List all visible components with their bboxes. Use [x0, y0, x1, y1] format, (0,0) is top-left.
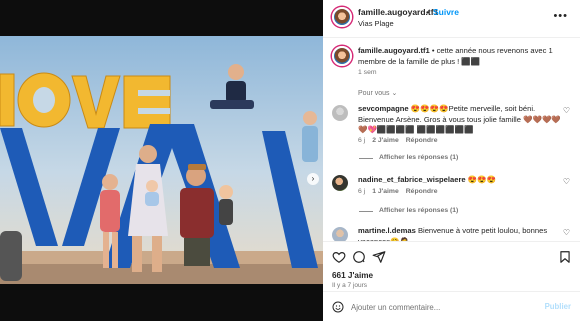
comment-like-heart-icon[interactable]: ♡ — [563, 228, 570, 237]
family-photo-illustration — [0, 36, 323, 284]
like-heart-icon[interactable] — [332, 250, 346, 264]
comment-input[interactable] — [351, 300, 531, 314]
reply-button[interactable]: Répondre — [406, 137, 438, 144]
caption-avatar[interactable] — [332, 46, 352, 66]
comment-likes[interactable]: 1 J'aime — [372, 188, 399, 195]
commenter-username[interactable]: nadine_et_fabrice_wispelaere — [358, 175, 466, 184]
bookmark-save-icon[interactable] — [558, 250, 572, 264]
see-replies-button[interactable]: Afficher les réponses (1) — [358, 207, 458, 214]
more-horizontal-icon[interactable]: ••• — [553, 10, 568, 22]
comment-like-heart-icon[interactable]: ♡ — [563, 106, 570, 115]
post-photo — [0, 36, 323, 284]
caption-username[interactable]: famille.augoyard.tf1 — [358, 46, 430, 55]
comment-likes[interactable]: 2 J'aime — [372, 137, 399, 144]
author-avatar[interactable] — [332, 7, 352, 27]
commenter-avatar[interactable] — [332, 175, 348, 191]
comments-list[interactable]: famille.augoyard.tf1 • cette année nous … — [323, 38, 580, 241]
separator-dot: • — [426, 7, 429, 17]
comment-composer: Publier — [323, 291, 580, 321]
comment-meta: 6 j 1 J'aime Répondre — [358, 188, 444, 195]
reply-button[interactable]: Répondre — [406, 188, 438, 195]
next-post-arrow-icon[interactable]: › — [307, 173, 319, 185]
comment-like-heart-icon[interactable]: ♡ — [563, 177, 570, 186]
posted-ago[interactable]: Il y a 7 jours — [332, 282, 367, 289]
follow-button[interactable]: • Suivre — [426, 7, 459, 17]
commenter-username[interactable]: sevcompagne — [358, 104, 409, 113]
follow-label: Suivre — [432, 7, 459, 17]
commenter-avatar[interactable] — [332, 227, 348, 241]
comment-text: sevcompagne 😍😍😍😍Petite merveille, soit b… — [358, 104, 563, 136]
post-header: famille.augoyard.tf1 • Suivre Vias Plage … — [323, 0, 580, 38]
comment-bubble-icon[interactable] — [352, 250, 366, 264]
emoji-smiley-icon[interactable] — [332, 301, 344, 313]
commenter-username[interactable]: martine.l.demas — [358, 226, 416, 235]
comment-body: 😍😍😍 — [465, 175, 497, 184]
pour-vous-label[interactable]: Pour vous ⌄ — [358, 89, 397, 97]
caption-time: 1 sem — [358, 69, 377, 76]
post-location[interactable]: Vias Plage — [358, 19, 394, 28]
comment-time: 6 j — [358, 188, 366, 195]
see-replies-button[interactable]: Afficher les réponses (1) — [358, 154, 458, 161]
share-send-icon[interactable] — [372, 250, 386, 264]
comment-meta: 6 j 2 J'aime Répondre — [358, 137, 444, 144]
chevron-down-icon: ⌄ — [391, 90, 398, 97]
pour-vous-text: Pour vous — [358, 90, 390, 97]
likes-count[interactable]: 661 J'aime — [332, 271, 373, 280]
comment-text: nadine_et_fabrice_wispelaere 😍😍😍 — [358, 175, 563, 186]
comment-time: 6 j — [358, 137, 366, 144]
post-side-panel: famille.augoyard.tf1 • Suivre Vias Plage … — [323, 0, 580, 321]
commenter-avatar[interactable] — [332, 105, 348, 121]
comment-text: martine.l.demas Bienvenue à votre petit … — [358, 226, 563, 241]
caption-text: famille.augoyard.tf1 • cette année nous … — [358, 46, 563, 67]
post-actions: 661 J'aime Il y a 7 jours — [323, 241, 580, 291]
publish-button[interactable]: Publier — [545, 302, 571, 311]
